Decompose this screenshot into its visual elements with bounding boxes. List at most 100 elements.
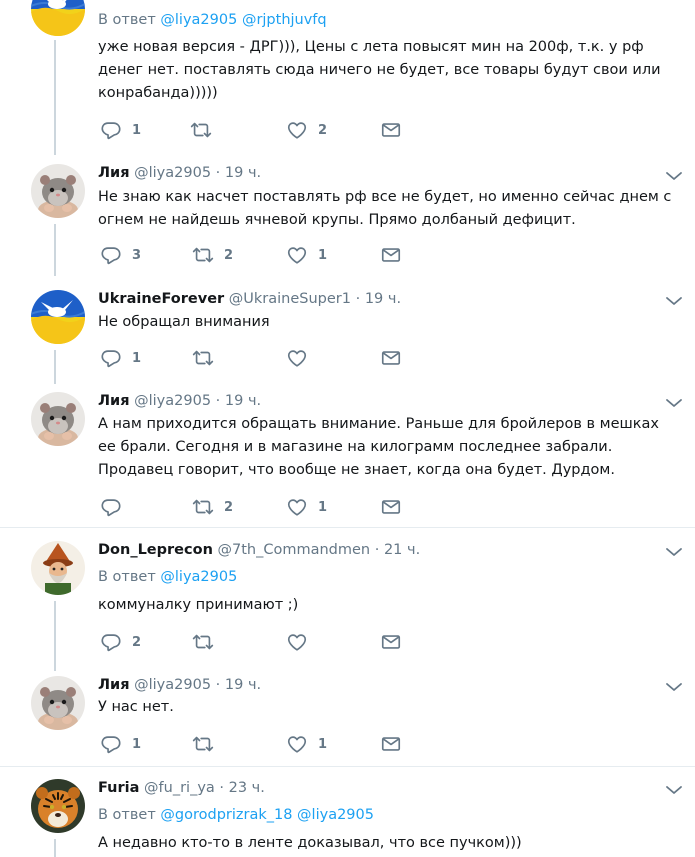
thread-line [54, 40, 56, 155]
display-name[interactable]: Don_Leprecon [98, 542, 213, 558]
heart-icon [286, 119, 308, 141]
tweet-text: Не знаю как насчет поставлять рф все не … [98, 189, 672, 228]
reply-button[interactable]: 2 [100, 631, 141, 653]
tweet-actions: 2 [100, 631, 620, 653]
like-count: 1 [318, 247, 328, 263]
envelope-icon [380, 347, 402, 369]
heart-icon [286, 244, 308, 266]
direct-message-button[interactable] [380, 631, 402, 653]
direct-message-button[interactable] [380, 119, 402, 141]
retweet-button[interactable]: 2 [192, 496, 233, 518]
retweet-icon [192, 244, 214, 266]
retweet-button[interactable] [192, 733, 224, 755]
like-button[interactable] [286, 631, 318, 653]
retweet-icon [192, 496, 214, 518]
reply-mentions[interactable]: @gorodprizrak_18 @liya2905 [160, 807, 374, 823]
chevron-down-icon[interactable] [664, 169, 684, 183]
tiger-avatar[interactable] [31, 779, 85, 833]
thread-line [54, 839, 56, 857]
envelope-icon [380, 244, 402, 266]
reply-button[interactable] [100, 496, 132, 518]
tweet-actions: 1 1 [100, 733, 620, 755]
retweet-button[interactable] [192, 347, 224, 369]
retweet-button[interactable] [190, 119, 222, 141]
chevron-down-icon[interactable] [664, 545, 684, 559]
tweet-item[interactable]: Лия @liya2905 · 19 ч. А нам приходится о… [0, 390, 695, 525]
ukraine-flag-avatar[interactable] [31, 290, 85, 344]
user-handle[interactable]: @liya2905 [134, 677, 211, 693]
tweet-time[interactable]: · 19 ч. [356, 291, 401, 307]
ukraine-flag-avatar[interactable] [31, 0, 85, 36]
like-button[interactable] [286, 347, 318, 369]
like-count: 2 [318, 122, 328, 138]
reply-count: 1 [132, 122, 142, 138]
tweet-time[interactable]: · 21 ч. [375, 542, 420, 558]
tweet-item[interactable]: В ответ @liya2905 @rjpthjuvfq уже новая … [0, 0, 695, 160]
tweet-actions: 2 1 [100, 496, 620, 518]
display-name[interactable]: Furia [98, 780, 139, 796]
display-name[interactable]: UkraineForever [98, 291, 224, 307]
display-name[interactable]: Лия [98, 165, 130, 181]
user-handle[interactable]: @liya2905 [134, 165, 211, 181]
direct-message-button[interactable] [380, 244, 402, 266]
heart-icon [286, 496, 308, 518]
tweet-header: Лия @liya2905 · 19 ч. [98, 391, 261, 411]
display-name[interactable]: Лия [98, 393, 130, 409]
like-button[interactable]: 1 [286, 733, 327, 755]
tweet-item[interactable]: UkraineForever @UkraineSuper1 · 19 ч. Не… [0, 288, 695, 384]
retweet-button[interactable]: 2 [192, 244, 233, 266]
user-handle[interactable]: @fu_ri_ya [144, 780, 215, 796]
heart-icon [286, 733, 308, 755]
hamster-avatar[interactable] [31, 392, 85, 446]
tweet-actions: 1 2 [100, 119, 620, 141]
reply-mentions[interactable]: @liya2905 [160, 569, 237, 585]
tweet-time[interactable]: · 19 ч. [216, 393, 261, 409]
tweet-text: А нам приходится обращать внимание. Рань… [98, 416, 660, 478]
retweet-count: 2 [224, 247, 234, 263]
tweet-item[interactable]: Don_Leprecon @7th_Commandmen · 21 ч. В о… [0, 539, 695, 671]
tweet-text: А недавно кто-то в ленте доказывал, что … [98, 835, 522, 851]
gnome-avatar[interactable] [31, 541, 85, 595]
chevron-down-icon[interactable] [664, 783, 684, 797]
user-handle[interactable]: @liya2905 [134, 393, 211, 409]
heart-icon [286, 347, 308, 369]
chevron-down-icon[interactable] [664, 396, 684, 410]
direct-message-button[interactable] [380, 347, 402, 369]
reply-icon [100, 244, 122, 266]
reply-count: 3 [132, 247, 142, 263]
reply-button[interactable]: 1 [100, 347, 141, 369]
tweet-header: Furia @fu_ri_ya · 23 ч. [98, 778, 265, 798]
tweet-thread: В ответ @liya2905 @rjpthjuvfq уже новая … [0, 0, 695, 857]
like-button[interactable]: 1 [286, 496, 327, 518]
reply-icon [100, 347, 122, 369]
envelope-icon [380, 496, 402, 518]
reply-button[interactable]: 1 [100, 119, 141, 141]
reply-mentions[interactable]: @liya2905 @rjpthjuvfq [160, 12, 326, 28]
hamster-avatar[interactable] [31, 164, 85, 218]
tweet-time[interactable]: · 19 ч. [216, 677, 261, 693]
chevron-down-icon[interactable] [664, 680, 684, 694]
retweet-icon [190, 119, 212, 141]
like-button[interactable]: 2 [286, 119, 327, 141]
reply-button[interactable]: 3 [100, 244, 141, 266]
display-name[interactable]: Лия [98, 677, 130, 693]
tweet-header: Лия @liya2905 · 19 ч. [98, 163, 261, 183]
tweet-item[interactable]: Furia @fu_ri_ya · 23 ч. В ответ @gorodpr… [0, 777, 695, 857]
reply-count: 2 [132, 634, 142, 650]
tweet-item[interactable]: Лия @liya2905 · 19 ч. Не знаю как насчет… [0, 162, 695, 278]
reply-button[interactable]: 1 [100, 733, 141, 755]
reply-to-line: В ответ @gorodprizrak_18 @liya2905 [98, 805, 374, 825]
user-handle[interactable]: @UkraineSuper1 [229, 291, 351, 307]
reply-icon [100, 119, 122, 141]
tweet-time[interactable]: · 23 ч. [219, 780, 264, 796]
tweet-time[interactable]: · 19 ч. [216, 165, 261, 181]
like-button[interactable]: 1 [286, 244, 327, 266]
retweet-button[interactable] [192, 631, 224, 653]
user-handle[interactable]: @7th_Commandmen [218, 542, 371, 558]
chevron-down-icon[interactable] [664, 294, 684, 308]
direct-message-button[interactable] [380, 496, 402, 518]
tweet-item[interactable]: Лия @liya2905 · 19 ч. У нас нет. 1 1 [0, 674, 695, 764]
reply-to-line: В ответ @liya2905 [98, 567, 237, 587]
direct-message-button[interactable] [380, 733, 402, 755]
hamster-avatar[interactable] [31, 676, 85, 730]
